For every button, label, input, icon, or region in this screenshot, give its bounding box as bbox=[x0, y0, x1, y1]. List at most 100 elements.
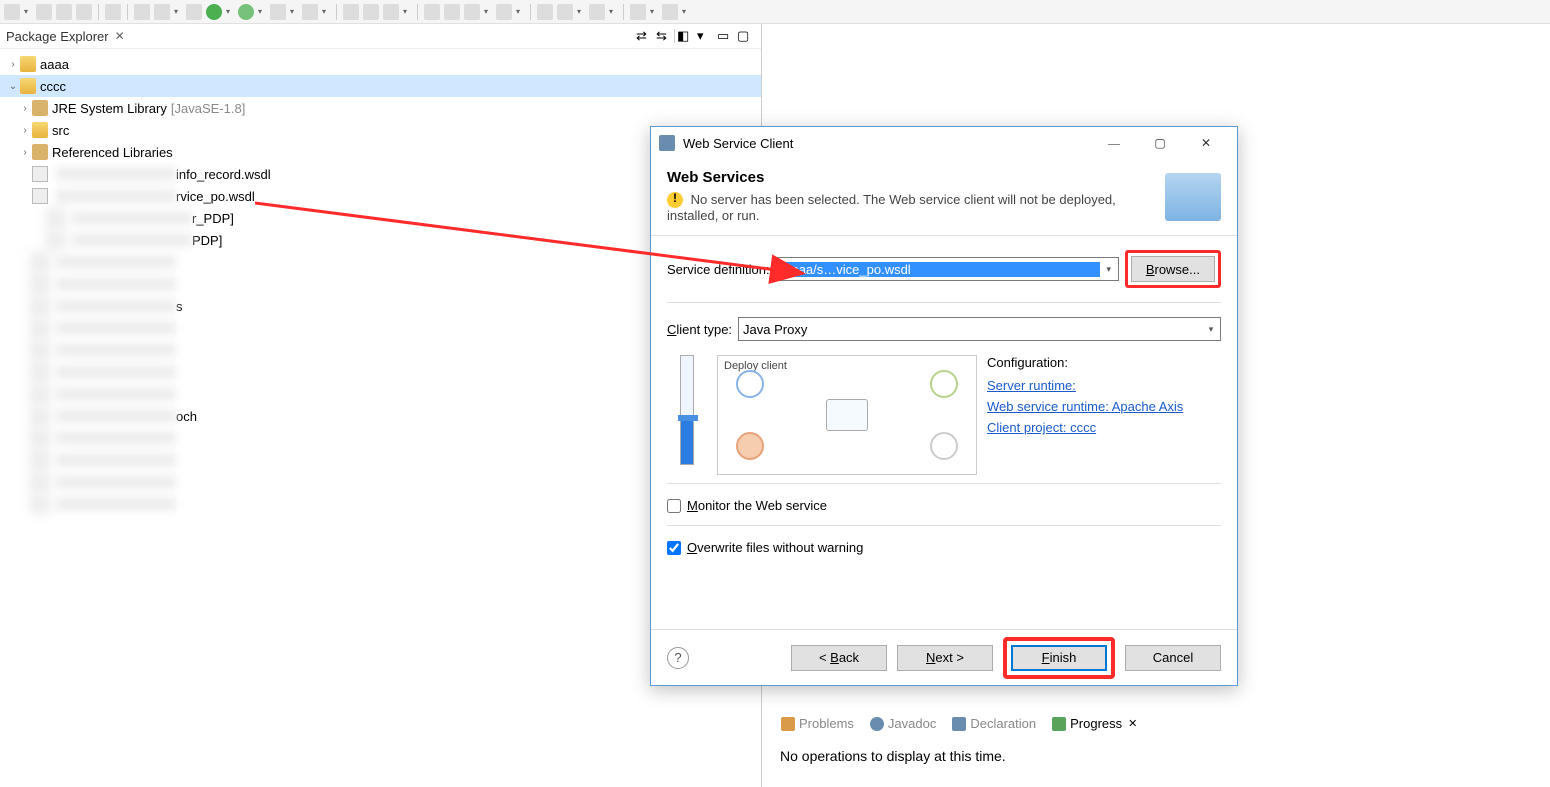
toolbar-icon[interactable] bbox=[424, 4, 440, 20]
close-view-icon[interactable]: ✕ bbox=[115, 29, 125, 43]
link-editor-icon[interactable]: ⇆ bbox=[656, 28, 672, 44]
dropdown-icon[interactable]: ▾ bbox=[1202, 324, 1220, 335]
maximize-window-icon[interactable]: ▢ bbox=[1137, 128, 1183, 158]
tree-item-obscured[interactable] bbox=[0, 273, 761, 295]
expand-icon[interactable]: › bbox=[6, 59, 20, 70]
run-icon[interactable] bbox=[206, 4, 222, 20]
dropdown-icon[interactable]: ▾ bbox=[682, 7, 690, 16]
collapse-all-icon[interactable]: ⇄ bbox=[636, 28, 652, 44]
server-runtime-link[interactable]: Server runtime: bbox=[987, 378, 1183, 393]
dropdown-icon[interactable]: ▾ bbox=[226, 7, 234, 16]
tree-item-obscured[interactable] bbox=[0, 339, 761, 361]
minimize-window-icon[interactable]: — bbox=[1091, 128, 1137, 158]
toolbar-icon[interactable] bbox=[343, 4, 359, 20]
tree-item-obscured[interactable] bbox=[0, 449, 761, 471]
tree-project-aaaa[interactable]: › aaaa bbox=[0, 53, 761, 75]
tab-javadoc[interactable]: Javadoc bbox=[864, 714, 942, 733]
toolbar-icon[interactable] bbox=[186, 4, 202, 20]
tree-project-cccc[interactable]: ⌄ cccc bbox=[0, 75, 761, 97]
tree-item-obscured[interactable] bbox=[0, 317, 761, 339]
tree-item-obscured[interactable] bbox=[0, 251, 761, 273]
next-button[interactable]: Next > bbox=[897, 645, 993, 671]
dropdown-icon[interactable]: ▾ bbox=[24, 7, 32, 16]
client-type-combo[interactable]: ▾ bbox=[738, 317, 1221, 341]
service-definition-combo[interactable]: ▾ bbox=[776, 257, 1119, 281]
close-tab-icon[interactable]: ✕ bbox=[1128, 717, 1137, 730]
ws-runtime-link[interactable]: Web service runtime: Apache Axis bbox=[987, 399, 1183, 414]
tree-item-obscured[interactable]: och bbox=[0, 405, 761, 427]
tree-wsdl-file-2[interactable]: rvice_po.wsdl bbox=[0, 185, 761, 207]
dropdown-icon[interactable]: ▾ bbox=[174, 7, 182, 16]
client-type-input[interactable] bbox=[739, 322, 1202, 337]
toolbar-icon[interactable] bbox=[134, 4, 150, 20]
close-window-icon[interactable]: ✕ bbox=[1183, 128, 1229, 158]
expand-icon[interactable]: › bbox=[18, 125, 32, 136]
toolbar-icon[interactable] bbox=[56, 4, 72, 20]
toolbar-icon[interactable] bbox=[270, 4, 286, 20]
dropdown-icon[interactable]: ▾ bbox=[258, 7, 266, 16]
toolbar-icon[interactable] bbox=[589, 4, 605, 20]
tree-item-obscured[interactable] bbox=[0, 427, 761, 449]
tab-declaration[interactable]: Declaration bbox=[946, 714, 1042, 733]
slider-thumb[interactable] bbox=[678, 415, 698, 421]
tree-item-obscured[interactable]: PDP] bbox=[0, 229, 761, 251]
tab-problems[interactable]: Problems bbox=[775, 714, 860, 733]
client-level-slider[interactable] bbox=[680, 355, 694, 465]
back-icon[interactable] bbox=[630, 4, 646, 20]
service-definition-input[interactable] bbox=[777, 262, 1100, 277]
help-icon[interactable]: ? bbox=[667, 647, 689, 669]
toolbar-icon[interactable] bbox=[4, 4, 20, 20]
forward-icon[interactable] bbox=[662, 4, 678, 20]
tree-item-obscured[interactable]: r_PDP] bbox=[0, 207, 761, 229]
dropdown-icon[interactable]: ▾ bbox=[609, 7, 617, 16]
dropdown-icon[interactable]: ▾ bbox=[516, 7, 524, 16]
toolbar-icon[interactable] bbox=[154, 4, 170, 20]
toolbar-icon[interactable] bbox=[105, 4, 121, 20]
dropdown-icon[interactable]: ▾ bbox=[403, 7, 411, 16]
tree-item-obscured[interactable] bbox=[0, 361, 761, 383]
tree-wsdl-file-1[interactable]: info_record.wsdl bbox=[0, 163, 761, 185]
overwrite-checkbox[interactable] bbox=[667, 541, 681, 555]
cancel-button[interactable]: Cancel bbox=[1125, 645, 1221, 671]
tree-item-obscured[interactable] bbox=[0, 383, 761, 405]
tree-item-obscured[interactable] bbox=[0, 471, 761, 493]
obscured-text bbox=[56, 497, 176, 511]
toolbar-icon[interactable] bbox=[302, 4, 318, 20]
dropdown-icon[interactable]: ▾ bbox=[577, 7, 585, 16]
toolbar-icon[interactable] bbox=[76, 4, 92, 20]
browse-button[interactable]: Browse... bbox=[1131, 256, 1215, 282]
finish-button[interactable]: Finish bbox=[1011, 645, 1107, 671]
dropdown-icon[interactable]: ▾ bbox=[290, 7, 298, 16]
tree-src[interactable]: › src bbox=[0, 119, 761, 141]
dropdown-icon[interactable]: ▾ bbox=[1100, 264, 1118, 275]
toolbar-icon[interactable] bbox=[557, 4, 573, 20]
toolbar-icon[interactable] bbox=[383, 4, 399, 20]
tree-item-obscured[interactable] bbox=[0, 493, 761, 515]
monitor-checkbox[interactable] bbox=[667, 499, 681, 513]
back-button[interactable]: < Back bbox=[791, 645, 887, 671]
project-tree[interactable]: › aaaa ⌄ cccc › JRE System Library [Java… bbox=[0, 49, 761, 519]
toolbar-icon[interactable] bbox=[36, 4, 52, 20]
maximize-view-icon[interactable]: ▢ bbox=[737, 28, 753, 44]
view-menu-icon[interactable]: ▾ bbox=[697, 28, 713, 44]
toolbar-icon[interactable] bbox=[537, 4, 553, 20]
tree-item-obscured[interactable]: s bbox=[0, 295, 761, 317]
dialog-titlebar[interactable]: Web Service Client — ▢ ✕ bbox=[651, 127, 1237, 159]
toolbar-icon[interactable] bbox=[444, 4, 460, 20]
focus-icon[interactable]: ◧ bbox=[677, 28, 693, 44]
tree-referenced-libraries[interactable]: › Referenced Libraries bbox=[0, 141, 761, 163]
toolbar-icon[interactable] bbox=[464, 4, 480, 20]
client-project-link[interactable]: Client project: cccc bbox=[987, 420, 1183, 435]
debug-icon[interactable] bbox=[238, 4, 254, 20]
dropdown-icon[interactable]: ▾ bbox=[322, 7, 330, 16]
collapse-icon[interactable]: ⌄ bbox=[6, 81, 20, 92]
minimize-view-icon[interactable]: ▭ bbox=[717, 28, 733, 44]
toolbar-icon[interactable] bbox=[496, 4, 512, 20]
tab-progress[interactable]: Progress✕ bbox=[1046, 714, 1143, 733]
expand-icon[interactable]: › bbox=[18, 103, 32, 114]
toolbar-icon[interactable] bbox=[363, 4, 379, 20]
tree-jre-library[interactable]: › JRE System Library [JavaSE-1.8] bbox=[0, 97, 761, 119]
dropdown-icon[interactable]: ▾ bbox=[650, 7, 658, 16]
expand-icon[interactable]: › bbox=[18, 147, 32, 158]
dropdown-icon[interactable]: ▾ bbox=[484, 7, 492, 16]
